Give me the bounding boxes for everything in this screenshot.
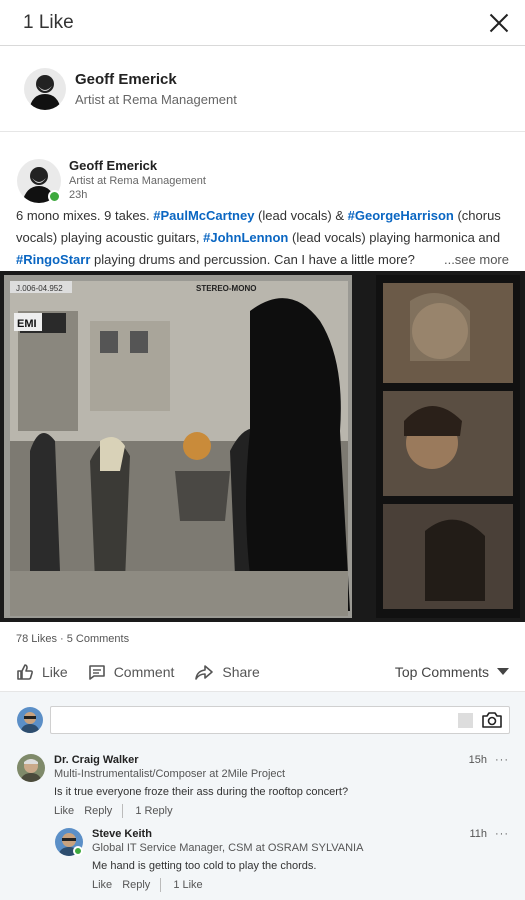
share-button[interactable]: Share — [194, 663, 260, 681]
likes-count-title: 1 Like — [23, 11, 74, 33]
post-header: Geoff Emerick Artist at Rema Management … — [0, 142, 525, 203]
more-options-icon[interactable]: ··· — [495, 828, 509, 840]
image-placeholder-icon — [458, 713, 473, 728]
comment-button[interactable]: Comment — [88, 663, 175, 681]
commenter-name[interactable]: Dr. Craig Walker — [54, 754, 511, 766]
comment-time: 15h — [468, 754, 487, 766]
comment-meta: 15h ··· — [469, 754, 509, 766]
author-name[interactable]: Geoff Emerick — [69, 158, 206, 173]
reply-like-button[interactable]: Like — [92, 879, 112, 891]
commenter-headline: Multi-Instrumentalist/Composer at 2Mile … — [54, 768, 286, 780]
post-text-part: playing drums and percussion. Can I have… — [90, 252, 415, 267]
camera-icon[interactable] — [481, 711, 503, 729]
image-label-catalog: J.006-04.952 — [16, 284, 63, 293]
reply-item: Steve Keith Global IT Service Manager, C… — [0, 818, 525, 892]
close-icon[interactable] — [487, 11, 511, 35]
comment-composer — [0, 692, 525, 744]
comment-button-label: Comment — [113, 663, 175, 680]
comment-item: Dr. Craig Walker Multi-Instrumentalist/C… — [0, 744, 525, 818]
post-text-part: 6 mono mixes. 9 takes. — [16, 208, 154, 223]
sort-comments-label: Top Comments — [394, 663, 489, 680]
image-label-stereo: STEREO-MONO — [196, 284, 256, 293]
post-actions: Like Comment Share Top Comments — [0, 652, 525, 692]
reply-reply-button[interactable]: Reply — [122, 879, 150, 891]
see-more-link[interactable]: ...see more — [444, 249, 509, 271]
comment-reply-count[interactable]: 1 Reply — [135, 805, 172, 817]
liker-headline: Artist at Rema Management — [75, 91, 237, 107]
online-status-icon — [73, 846, 83, 856]
share-arrow-icon — [195, 664, 214, 680]
post-image[interactable]: J.006-04.952 STEREO-MONO EMI — [0, 271, 525, 622]
comment-icon — [88, 664, 105, 680]
liker-avatar[interactable] — [24, 67, 66, 110]
comment-input[interactable] — [50, 706, 510, 734]
reply-time: 11h — [469, 828, 487, 840]
commenter-avatar[interactable] — [17, 754, 45, 782]
hashtag-paulmccartney[interactable]: #PaulMcCartney — [153, 208, 254, 223]
reply-meta: 11h ··· — [469, 828, 509, 840]
chevron-down-icon — [497, 668, 509, 675]
dialog-header: 1 Like — [0, 0, 525, 46]
divider — [122, 804, 124, 818]
replier-headline: Global IT Service Manager, CSM at OSRAM … — [92, 842, 364, 854]
replier-name[interactable]: Steve Keith — [92, 828, 511, 840]
post-text-part: (lead vocals) playing harmonica and — [288, 230, 501, 245]
online-status-icon — [48, 190, 61, 203]
comments-section: Dr. Craig Walker Multi-Instrumentalist/C… — [0, 692, 525, 900]
reply-like-count[interactable]: 1 Like — [173, 879, 202, 891]
liker-row[interactable]: Geoff Emerick Artist at Rema Management — [0, 46, 525, 132]
like-button[interactable]: Like — [16, 663, 68, 681]
image-label-emi: EMI — [17, 318, 37, 330]
like-button-label: Like — [42, 663, 68, 680]
comment-text: Is it true everyone froze their ass duri… — [54, 786, 349, 798]
sort-comments-dropdown[interactable]: Top Comments — [395, 664, 509, 680]
divider — [160, 878, 162, 892]
hashtag-georgeharrison[interactable]: #GeorgeHarrison — [348, 208, 454, 223]
author-headline: Artist at Rema Management — [69, 175, 206, 187]
post-text-part: (lead vocals) & — [254, 208, 348, 223]
more-options-icon[interactable]: ··· — [495, 754, 509, 766]
author-avatar[interactable] — [17, 159, 61, 203]
thumbs-up-icon — [17, 663, 33, 680]
comment-reply-button[interactable]: Reply — [84, 805, 112, 817]
replier-avatar[interactable] — [55, 828, 83, 856]
liker-name[interactable]: Geoff Emerick — [75, 71, 237, 88]
current-user-avatar — [17, 707, 43, 733]
hashtag-johnlennon[interactable]: #JohnLennon — [203, 230, 288, 245]
comment-footer: Like Reply 1 Reply — [54, 804, 511, 818]
reply-text: Me hand is getting too cold to play the … — [92, 860, 317, 872]
post-text: 6 mono mixes. 9 takes. #PaulMcCartney (l… — [0, 202, 525, 267]
comment-like-button[interactable]: Like — [54, 805, 74, 817]
post-time: 23h — [69, 189, 88, 201]
social-counts[interactable]: 78 Likes · 5 Comments — [0, 622, 525, 652]
hashtag-ringostarr[interactable]: #RingoStarr — [16, 252, 90, 267]
reply-footer: Like Reply 1 Like — [92, 878, 511, 892]
share-button-label: Share — [222, 663, 260, 680]
